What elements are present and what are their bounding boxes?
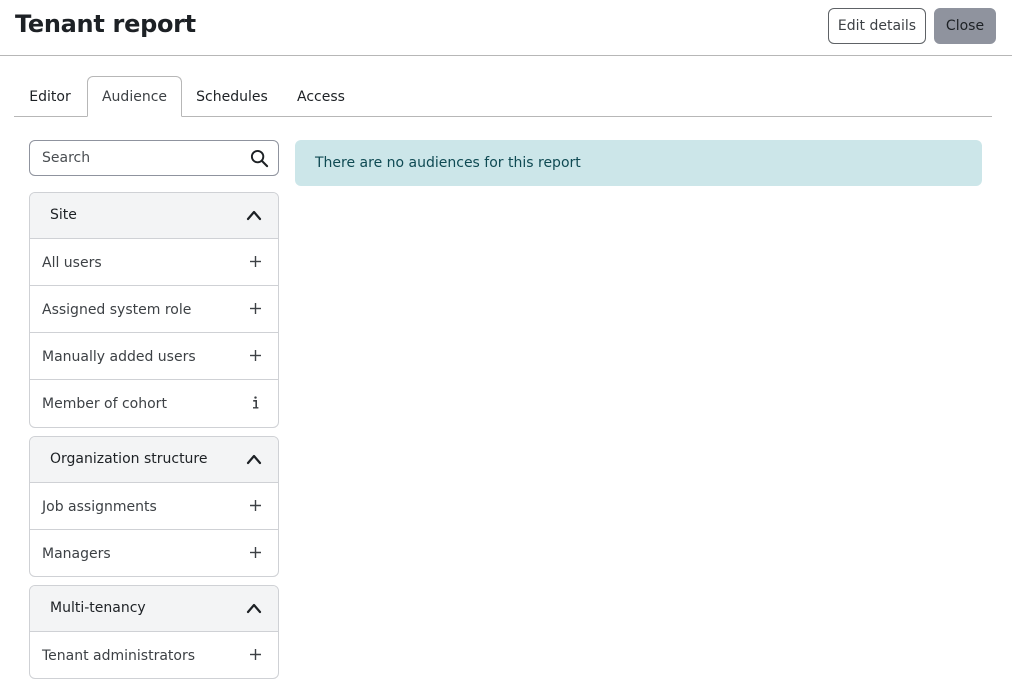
edit-details-button[interactable]: Edit details: [828, 8, 926, 44]
item-label: All users: [42, 255, 102, 271]
item-label: Member of cohort: [42, 396, 167, 412]
group-title: Multi-tenancy: [50, 600, 146, 616]
audience-group-site: Site All users Assigned system role Manu…: [29, 192, 279, 428]
group-header-organization-structure[interactable]: Organization structure: [30, 437, 278, 483]
item-label: Manually added users: [42, 349, 196, 365]
page-title: Tenant report: [15, 10, 196, 38]
chevron-up-icon: [246, 603, 262, 614]
info-icon[interactable]: [250, 396, 261, 409]
no-audiences-alert: There are no audiences for this report: [295, 140, 982, 186]
item-label: Job assignments: [42, 499, 157, 515]
search-input[interactable]: [31, 142, 241, 174]
chevron-up-icon: [246, 454, 262, 465]
tab-bar: Editor Audience Schedules Access: [14, 76, 992, 117]
plus-icon[interactable]: [250, 499, 261, 512]
group-title: Site: [50, 207, 77, 223]
plus-icon[interactable]: [250, 255, 261, 268]
audience-item-member-of-cohort[interactable]: Member of cohort: [30, 380, 278, 427]
chevron-up-icon: [246, 210, 262, 221]
group-header-site[interactable]: Site: [30, 193, 278, 239]
item-label: Assigned system role: [42, 302, 192, 318]
tab-audience[interactable]: Audience: [87, 76, 182, 117]
audience-group-multi-tenancy: Multi-tenancy Tenant administrators: [29, 585, 279, 679]
plus-icon[interactable]: [250, 546, 261, 559]
audience-item-managers[interactable]: Managers: [30, 530, 278, 576]
tab-editor[interactable]: Editor: [14, 76, 86, 117]
audience-item-manually-added-users[interactable]: Manually added users: [30, 333, 278, 380]
audience-item-tenant-administrators[interactable]: Tenant administrators: [30, 632, 278, 678]
item-label: Tenant administrators: [42, 648, 196, 664]
plus-icon[interactable]: [250, 648, 261, 661]
tab-access[interactable]: Access: [287, 76, 355, 117]
item-label: Managers: [42, 546, 111, 562]
alert-message: There are no audiences for this report: [315, 155, 581, 171]
tab-schedules[interactable]: Schedules: [186, 76, 278, 117]
audience-item-job-assignments[interactable]: Job assignments: [30, 483, 278, 530]
plus-icon[interactable]: [250, 302, 261, 315]
search-icon[interactable]: [250, 149, 269, 168]
page-header: Tenant report Edit details Close: [0, 0, 1012, 56]
audience-item-all-users[interactable]: All users: [30, 239, 278, 286]
search-box: [29, 140, 279, 176]
close-button[interactable]: Close: [934, 8, 996, 44]
audience-item-assigned-system-role[interactable]: Assigned system role: [30, 286, 278, 333]
group-header-multi-tenancy[interactable]: Multi-tenancy: [30, 586, 278, 632]
plus-icon[interactable]: [250, 349, 261, 362]
group-title: Organization structure: [50, 451, 208, 467]
audience-group-organization-structure: Organization structure Job assignments M…: [29, 436, 279, 577]
